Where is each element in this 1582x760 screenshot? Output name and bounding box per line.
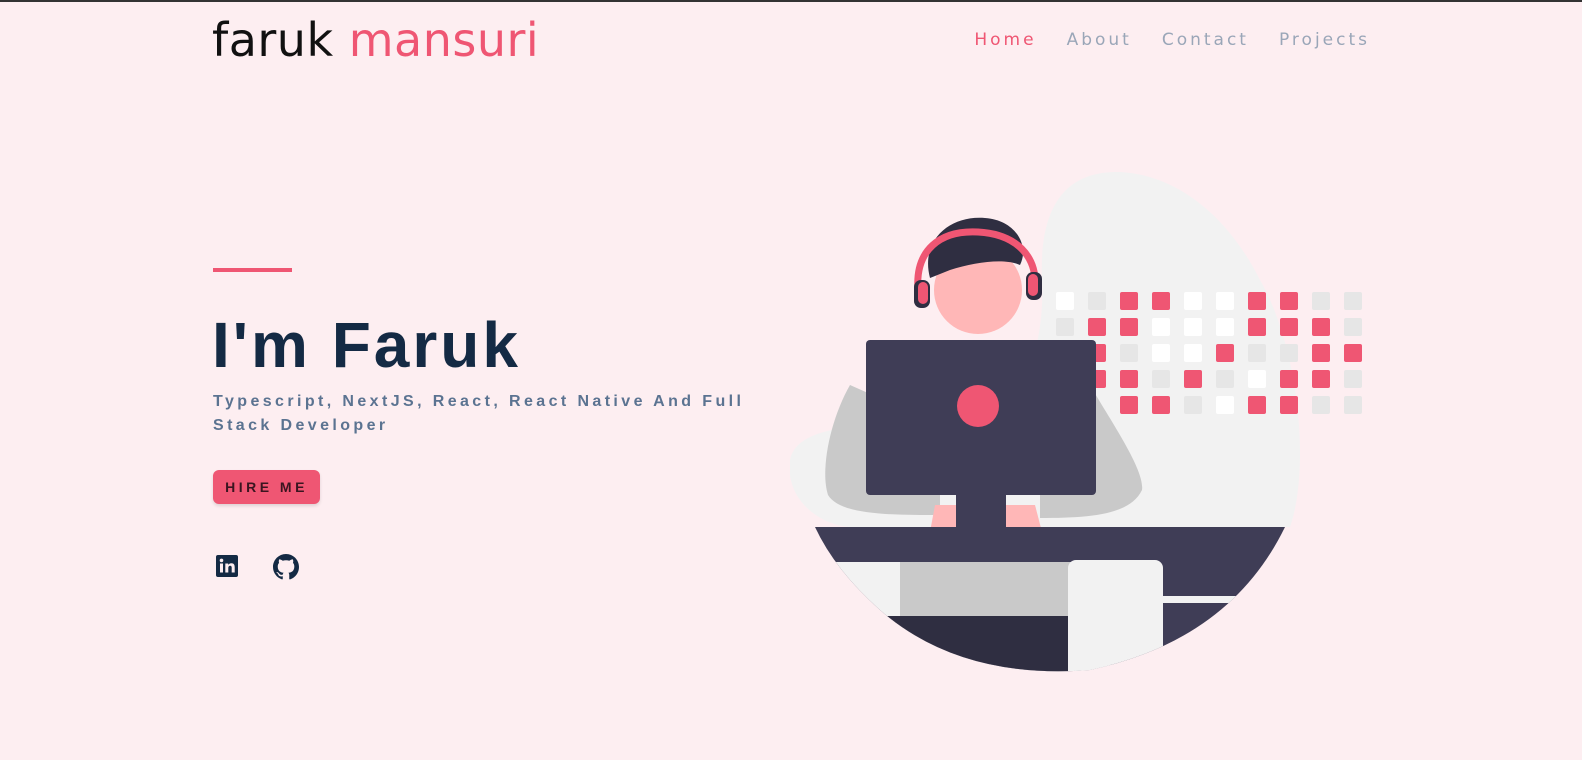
top-border — [0, 0, 1582, 2]
nav-contact[interactable]: Contact — [1162, 30, 1249, 50]
hero-subtitle: Typescript, NextJS, React, React Native … — [213, 393, 745, 434]
hire-me-button[interactable]: HIRE ME — [213, 470, 320, 504]
logo-last-name: mansuri — [348, 13, 540, 67]
nav-about[interactable]: About — [1067, 30, 1132, 50]
nav-home[interactable]: Home — [974, 30, 1036, 50]
accent-divider — [213, 268, 292, 272]
linkedin-icon[interactable] — [215, 554, 239, 578]
main-nav: Home About Contact Projects — [974, 30, 1370, 50]
developer-illustration — [789, 170, 1370, 685]
logo-first-name: faruk — [212, 13, 334, 67]
nav-projects[interactable]: Projects — [1279, 30, 1370, 50]
social-links — [215, 554, 299, 580]
github-icon[interactable] — [273, 554, 299, 580]
site-logo[interactable]: faruk mansuri — [212, 12, 539, 68]
hero-headline: I'm Faruk — [212, 309, 521, 381]
